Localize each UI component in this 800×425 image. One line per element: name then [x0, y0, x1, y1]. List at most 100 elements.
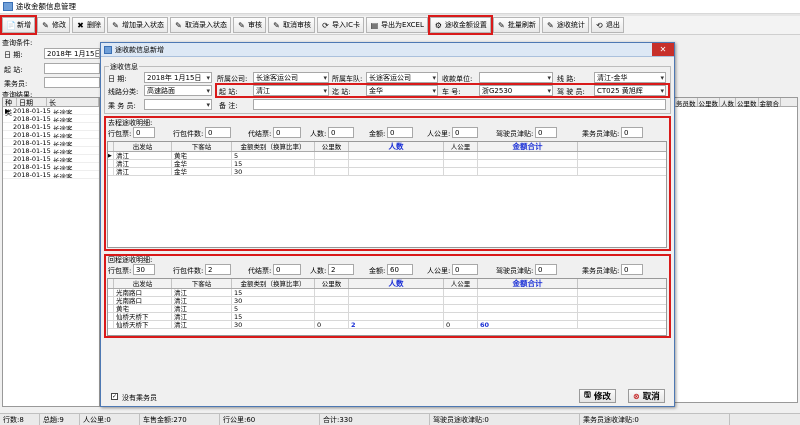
table-cell[interactable]: [349, 168, 444, 175]
table-cell[interactable]: 金华: [172, 168, 232, 175]
stats-button[interactable]: ✎ 途收统计: [541, 17, 589, 33]
edit-button-dialog[interactable]: 🖫 修改: [579, 389, 616, 403]
table-cell[interactable]: 光南路口: [114, 297, 172, 304]
table-cell[interactable]: [315, 160, 349, 167]
table-cell[interactable]: 15: [232, 313, 315, 320]
table-cell[interactable]: [349, 313, 444, 320]
exit-button[interactable]: ⟲ 退出: [590, 17, 624, 33]
table-cell[interactable]: 清江: [114, 152, 172, 159]
delete-button[interactable]: ✖ 删除: [72, 17, 105, 33]
result-grid[interactable]: 种类 日期长 ▶ 2018-01-15 长途客 2018-01-15 长途客 2018-01-…: [2, 97, 100, 407]
table-row[interactable]: 2018-01-15 长途客: [3, 163, 99, 171]
export-excel-button[interactable]: ▤ 导出为EXCEL: [365, 17, 428, 33]
table-cell[interactable]: 30: [232, 168, 315, 175]
payee-select[interactable]: [479, 72, 553, 83]
return-summary-value[interactable]: 2: [205, 264, 231, 275]
query-start-field[interactable]: [44, 63, 100, 74]
table-cell[interactable]: [478, 297, 578, 304]
table-cell[interactable]: [349, 160, 444, 167]
table-cell[interactable]: 5: [232, 152, 315, 159]
table-cell[interactable]: [444, 160, 478, 167]
table-cell[interactable]: [444, 305, 478, 312]
table-cell[interactable]: 仙桥天桥下: [114, 321, 172, 328]
add-button[interactable]: 📄 新增: [0, 15, 37, 35]
table-cell[interactable]: 清江: [114, 160, 172, 167]
table-cell[interactable]: [444, 152, 478, 159]
note-field[interactable]: [253, 99, 666, 110]
table-cell[interactable]: 黄宅: [172, 152, 232, 159]
return-summary-value[interactable]: 0: [535, 264, 557, 275]
table-row[interactable]: 2018-01-15 长途客: [3, 147, 99, 155]
table-cell[interactable]: 30: [232, 321, 315, 328]
table-cell[interactable]: 0: [315, 321, 349, 328]
table-cell[interactable]: 5: [232, 305, 315, 312]
table-cell[interactable]: 清江: [172, 297, 232, 304]
return-summary-value[interactable]: 30: [133, 264, 155, 275]
table-cell[interactable]: 清江: [172, 313, 232, 320]
table-cell[interactable]: 黄宅: [114, 305, 172, 312]
table-cell[interactable]: 仙桥天桥下: [114, 313, 172, 320]
table-cell[interactable]: 0: [444, 321, 478, 328]
date-picker[interactable]: 2018年 1月15日: [144, 72, 212, 83]
table-cell[interactable]: [478, 313, 578, 320]
table-cell[interactable]: [315, 168, 349, 175]
table-cell[interactable]: 60: [478, 321, 578, 328]
table-cell[interactable]: [444, 297, 478, 304]
table-cell[interactable]: [315, 305, 349, 312]
result-grid-right[interactable]: 务员数 公里数 人数 公里数 金额合: [674, 97, 798, 403]
table-row[interactable]: 仙桥天桥下 清江 30 0 2 0 60: [108, 321, 666, 329]
table-cell[interactable]: 清江: [172, 289, 232, 296]
cancel-button[interactable]: ⊗ 取消: [628, 389, 665, 403]
table-row[interactable]: 清江 金华 15: [108, 160, 666, 168]
table-cell[interactable]: [478, 168, 578, 175]
table-cell[interactable]: 2: [349, 321, 444, 328]
table-cell[interactable]: [444, 313, 478, 320]
table-cell[interactable]: [349, 152, 444, 159]
outbound-summary-value[interactable]: 0: [205, 127, 231, 138]
table-cell[interactable]: 清江: [114, 168, 172, 175]
line-select[interactable]: 清江-金华: [594, 72, 666, 83]
table-cell[interactable]: 清江: [172, 305, 232, 312]
table-cell[interactable]: 金华: [172, 160, 232, 167]
outbound-summary-value[interactable]: 0: [621, 127, 643, 138]
dialog-close-button[interactable]: ✕: [652, 43, 674, 56]
return-summary-value[interactable]: 0: [273, 264, 301, 275]
table-cell[interactable]: [349, 297, 444, 304]
table-row[interactable]: ▶ 2018-01-15 长途客: [3, 107, 99, 115]
table-row[interactable]: 光南路口 清江 30: [108, 297, 666, 305]
cancel-audit-button[interactable]: ✎ 取消审核: [268, 17, 315, 33]
table-row[interactable]: 黄宅 清江 5: [108, 305, 666, 313]
table-cell[interactable]: [315, 313, 349, 320]
table-row[interactable]: 2018-01-15 长途客: [3, 131, 99, 139]
add-entry-state-button[interactable]: ✎ 增加录入状态: [107, 17, 168, 33]
table-row[interactable]: ▶ 清江 黄宅 5: [108, 152, 666, 160]
return-summary-value[interactable]: 0: [621, 264, 643, 275]
table-cell[interactable]: [315, 297, 349, 304]
query-date-field[interactable]: 2018年 1月15日: [44, 48, 100, 59]
return-summary-value[interactable]: 60: [387, 264, 413, 275]
table-cell[interactable]: [478, 152, 578, 159]
table-cell[interactable]: [478, 289, 578, 296]
batch-refresh-button[interactable]: ✎ 批量刷新: [492, 17, 540, 33]
company-select[interactable]: 长途客运公司: [253, 72, 329, 83]
fleet-select[interactable]: 长途客运公司: [366, 72, 438, 83]
table-cell[interactable]: [444, 168, 478, 175]
audit-button[interactable]: ✎ 审核: [233, 17, 266, 33]
crew-select[interactable]: [144, 99, 212, 110]
table-cell[interactable]: [315, 289, 349, 296]
table-row[interactable]: 清江 金华 30: [108, 168, 666, 176]
line-type-select[interactable]: 高速路面: [144, 85, 212, 96]
cancel-entry-state-button[interactable]: ✎ 取消录入状态: [170, 17, 231, 33]
return-summary-value[interactable]: 2: [328, 264, 354, 275]
outbound-summary-value[interactable]: 0: [535, 127, 557, 138]
return-grid[interactable]: 出发站 下客站 金额类别（换算比率） 公里数 人数 人公里 金额合计 光南路口 清江 15 光南路口…: [107, 278, 667, 336]
outbound-summary-value[interactable]: 0: [133, 127, 155, 138]
return-summary-value[interactable]: 0: [452, 264, 478, 275]
outbound-summary-value[interactable]: 0: [328, 127, 354, 138]
table-cell[interactable]: 15: [232, 160, 315, 167]
table-row[interactable]: 仙桥天桥下 清江 15: [108, 313, 666, 321]
edit-button[interactable]: ✎ 修改: [37, 17, 70, 33]
outbound-grid[interactable]: 出发站 下客站 金额类别（换算比率） 公里数 人数 人公里 金额合计 ▶ 清江 黄宅 5 清江 金华 15…: [107, 141, 667, 248]
outbound-summary-value[interactable]: 0: [387, 127, 413, 138]
table-cell[interactable]: 光南路口: [114, 289, 172, 296]
